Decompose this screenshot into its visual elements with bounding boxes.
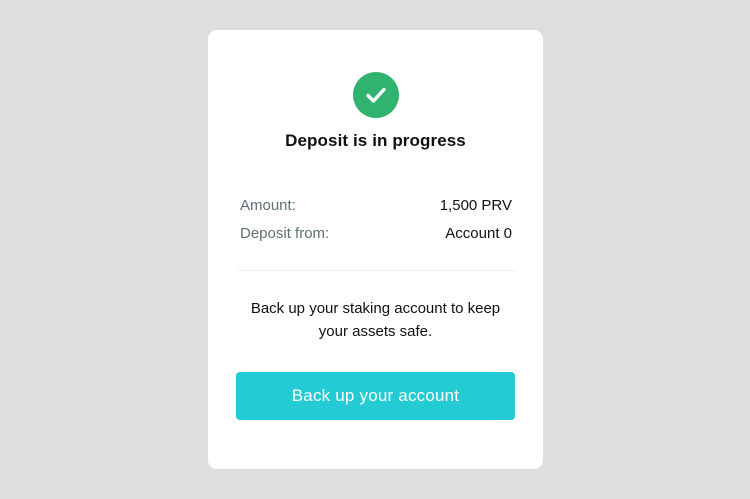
amount-row: Amount: 1,500 PRV [240,196,512,216]
deposit-from-label: Deposit from: [240,225,330,242]
divider [238,270,516,271]
deposit-from-row: Deposit from: Account 0 [240,224,512,244]
deposit-from-value: Account 0 [445,225,512,242]
amount-value: 1,500 PRV [439,197,512,214]
checkmark-icon [366,87,386,103]
deposit-status-card: Deposit is in progress Amount: 1,500 PRV… [208,30,543,469]
back-up-account-button[interactable]: Back up your account [236,372,515,420]
check-circle-icon [353,72,399,118]
status-title: Deposit is in progress [285,131,466,150]
backup-message: Back up your staking account to keep you… [250,300,501,340]
amount-label: Amount: [240,197,296,214]
